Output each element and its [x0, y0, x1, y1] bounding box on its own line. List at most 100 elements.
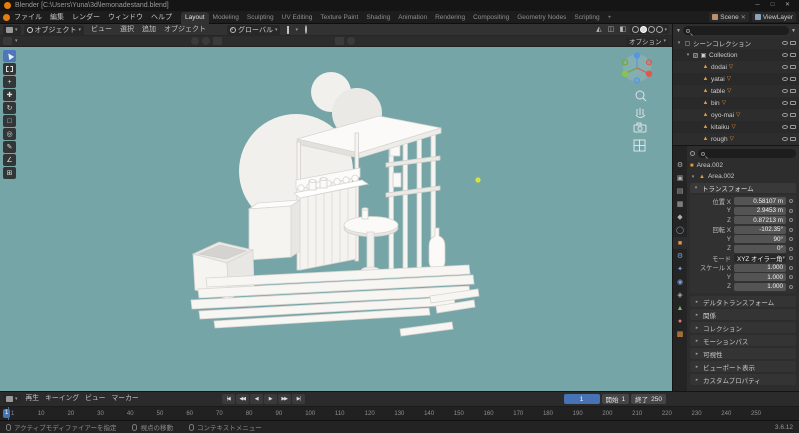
transform-panel-header[interactable]: ▾ トランスフォーム	[690, 183, 796, 193]
properties-tab-texture[interactable]: ▩	[673, 328, 687, 340]
frame-start-field[interactable]: 開始 1	[601, 394, 630, 404]
animate-dot-icon[interactable]	[789, 208, 793, 213]
tab-sculpting[interactable]: Sculpting	[243, 12, 278, 24]
properties-tab-particles[interactable]: ✦	[673, 263, 687, 275]
tool-option-icon-3[interactable]	[212, 37, 222, 45]
properties-tab-scene[interactable]: ◆	[673, 211, 687, 223]
menu-item[interactable]: 再生	[23, 392, 43, 406]
tab-shading[interactable]: Shading	[362, 12, 394, 24]
hide-eye-icon[interactable]	[782, 137, 788, 141]
play-reverse-button[interactable]: ◀	[249, 394, 263, 404]
properties-tab-tool[interactable]: ⚙	[673, 159, 687, 171]
animate-dot-icon[interactable]	[789, 218, 793, 223]
menu-item[interactable]: 追加	[138, 23, 160, 36]
render-visibility-icon[interactable]	[790, 89, 796, 93]
shading-material-icon[interactable]	[648, 26, 656, 33]
tool-option-icon-1[interactable]	[190, 37, 199, 45]
tab-animation[interactable]: Animation	[394, 12, 431, 24]
animate-dot-icon[interactable]	[789, 199, 793, 204]
tool-cursor-3d[interactable]: +	[3, 76, 16, 88]
options-dropdown[interactable]: オプション ▾	[625, 36, 669, 46]
active-tool-icon[interactable]	[3, 37, 12, 45]
transform-field[interactable]: 1.000	[734, 263, 786, 272]
transform-field[interactable]: 0°	[734, 244, 786, 253]
jump-end-button[interactable]: ▶|	[291, 394, 305, 404]
render-visibility-icon[interactable]	[790, 125, 796, 129]
hide-eye-icon[interactable]	[782, 101, 788, 105]
properties-tab-object-data[interactable]: ▲	[673, 302, 687, 314]
scene-selector[interactable]: Scene ✕	[709, 12, 749, 22]
show-overlays-icon[interactable]: ◫	[606, 25, 615, 35]
outliner-row[interactable]: ✓ ▲ oyo-mai ▽	[673, 109, 799, 121]
outliner-row[interactable]: ✓ ▲ yatai ▽	[673, 73, 799, 85]
close-button[interactable]: ✕	[780, 0, 795, 11]
menu-item[interactable]: キーイング	[42, 392, 82, 406]
transform-field[interactable]: 0.58107 m	[734, 197, 786, 206]
menu-item[interactable]: ファイル	[10, 11, 46, 24]
tool-add-cube[interactable]: ⊞	[3, 167, 16, 179]
hide-eye-icon[interactable]	[782, 65, 788, 69]
tab-rendering[interactable]: Rendering	[431, 12, 469, 24]
property-section-header[interactable]: ▸ モーションパス	[690, 335, 796, 346]
property-section-header[interactable]: ▸ 関係	[690, 309, 796, 320]
shading-rendered-icon[interactable]	[656, 26, 664, 33]
transform-field[interactable]: 90°	[734, 235, 786, 244]
hide-eye-icon[interactable]	[782, 125, 788, 129]
transform-field[interactable]: -102.35°	[734, 225, 786, 234]
snap-magnet-icon[interactable]	[283, 25, 292, 35]
hide-eye-icon[interactable]	[782, 53, 788, 57]
transform-field[interactable]: XYZ オイラー角 ▾	[734, 254, 786, 263]
menu-item[interactable]: ビュー	[82, 392, 108, 406]
menu-item[interactable]: オブジェクト	[160, 23, 210, 36]
jump-start-button[interactable]: |◀	[221, 394, 235, 404]
properties-tab-modifiers[interactable]: ⚙	[673, 250, 687, 262]
render-visibility-icon[interactable]	[790, 65, 796, 69]
outliner-row[interactable]: ▾ ✓ ▢ シーンコレクション ▽	[673, 37, 799, 49]
viewlayer-selector[interactable]: ViewLayer	[751, 12, 796, 22]
frame-end-field[interactable]: 終了 250	[631, 394, 666, 404]
render-visibility-icon[interactable]	[790, 137, 796, 141]
property-section-header[interactable]: ▸ カスタムプロパティ	[690, 374, 796, 385]
outliner-funnel-icon[interactable]: ▼	[791, 28, 796, 34]
tool-measure[interactable]: ∠	[3, 154, 16, 166]
tool-annotate[interactable]: ✎	[3, 141, 16, 153]
property-section-header[interactable]: ▸ デルタトランスフォーム	[690, 296, 796, 307]
outliner-row[interactable]: ✓ ▲ rough ▽	[673, 133, 799, 145]
tab-scripting[interactable]: Scripting	[570, 12, 603, 24]
hide-eye-icon[interactable]	[782, 89, 788, 93]
tool-option-icon-2[interactable]	[201, 37, 210, 45]
zoom-icon[interactable]	[635, 90, 647, 102]
properties-tab-object[interactable]: ■	[673, 237, 687, 249]
move-view-icon[interactable]	[635, 108, 646, 118]
tab-modeling[interactable]: Modeling	[209, 12, 243, 24]
tab-compositing[interactable]: Compositing	[469, 12, 513, 24]
properties-tab-constraints[interactable]: ◈	[673, 289, 687, 301]
camera-view-icon[interactable]	[633, 122, 647, 133]
tab-geometry-nodes[interactable]: Geometry Nodes	[513, 12, 570, 24]
outliner-row[interactable]: ▾ ✓ ▣ Collection ▽	[673, 49, 799, 61]
properties-search-input[interactable]	[707, 150, 793, 157]
snap-dropdown-arrow-icon[interactable]: ▾	[295, 27, 298, 33]
outliner-search-input[interactable]	[691, 27, 787, 34]
animate-dot-icon[interactable]	[789, 237, 793, 242]
animate-dot-icon[interactable]	[789, 275, 793, 280]
properties-tab-physics[interactable]: ◉	[673, 276, 687, 288]
menu-item[interactable]: ウィンドウ	[104, 11, 147, 24]
playhead-badge[interactable]: 1	[3, 409, 11, 418]
render-visibility-icon[interactable]	[790, 41, 796, 45]
outliner-row[interactable]: ✓ ▲ table ▽	[673, 85, 799, 97]
properties-tab-material[interactable]: ●	[673, 315, 687, 327]
tool-option-icon-5[interactable]	[346, 37, 355, 45]
menu-item[interactable]: マーカー	[108, 392, 141, 406]
tool-move[interactable]: ✚	[3, 89, 16, 101]
tool-select-box[interactable]	[3, 63, 16, 75]
tool-option-icon-4[interactable]	[334, 37, 344, 45]
prev-keyframe-button[interactable]: ◀◀	[235, 394, 249, 404]
menu-item[interactable]: ヘルプ	[147, 11, 176, 24]
property-section-header[interactable]: ▸ ビューポート表示	[690, 361, 796, 372]
collection-checkbox[interactable]: ✓	[693, 52, 698, 58]
timeline-editor-dropdown[interactable]: ▾	[3, 394, 21, 404]
properties-tab-output[interactable]: ▤	[673, 185, 687, 197]
animate-dot-icon[interactable]	[789, 265, 793, 270]
transform-field[interactable]: 1.000	[734, 282, 786, 291]
